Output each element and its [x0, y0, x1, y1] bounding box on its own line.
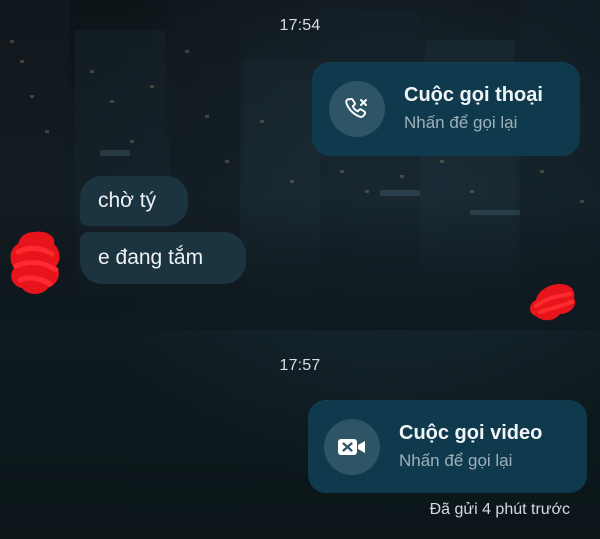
incoming-message[interactable]: chờ tý: [80, 176, 188, 226]
call-text: Cuộc gọi thoại Nhấn để gọi lại: [404, 83, 543, 135]
call-subtitle: Nhấn để gọi lại: [404, 113, 518, 132]
call-text: Cuộc gọi video Nhấn để gọi lại: [399, 421, 542, 473]
call-icon-container: [324, 418, 380, 475]
call-subtitle: Nhấn để gọi lại: [399, 450, 513, 470]
timestamp: 17:54: [279, 17, 321, 34]
missed-call-icon: [345, 97, 367, 118]
timestamp: 17:57: [279, 357, 321, 374]
incoming-message[interactable]: e đang tắm: [80, 232, 246, 284]
call-icon-container: [329, 81, 385, 137]
voice-call-card[interactable]: Cuộc gọi thoại Nhấn để gọi lại: [312, 62, 580, 156]
call-title: Cuộc gọi thoại: [404, 84, 543, 106]
redaction-scribble: [10, 231, 60, 294]
redaction-scribble: [530, 284, 576, 321]
video-call-card[interactable]: Cuộc gọi video Nhấn để gọi lại: [308, 400, 587, 493]
video-off-icon: [338, 438, 365, 455]
call-title: Cuộc gọi video: [399, 421, 543, 444]
sent-status: Đã gửi 4 phút trước: [429, 501, 570, 518]
